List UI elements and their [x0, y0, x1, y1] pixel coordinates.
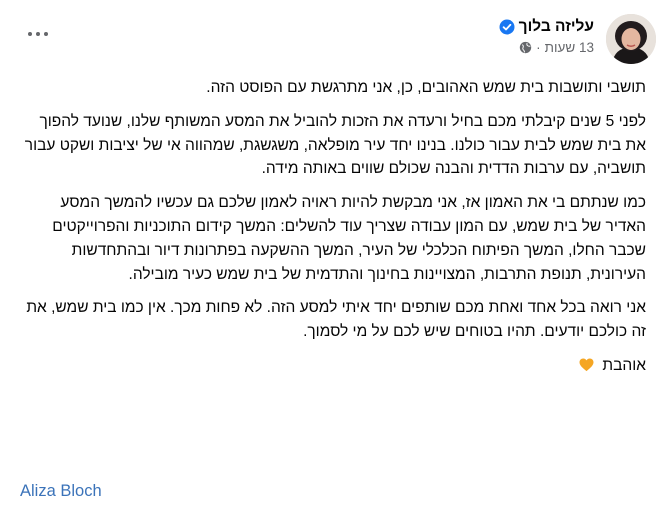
- post-paragraph: כמו שנתתם בי את האמון אז, אני מבקשת להיו…: [52, 194, 646, 283]
- post-header: עליזה בלוך 13 שעות ·: [0, 12, 670, 68]
- author-name-row: עליזה בלוך: [499, 18, 594, 36]
- closing-line: אוהבת: [20, 354, 646, 378]
- orange-heart-icon: [579, 356, 594, 372]
- closing-text: אוהבת: [602, 356, 646, 374]
- more-options-icon[interactable]: [24, 24, 52, 44]
- signature: Aliza Bloch: [20, 482, 102, 500]
- verified-icon: [499, 19, 515, 35]
- post-paragraph: אני רואה בכל אחד ואחת מכם שותפים יחד אית…: [26, 299, 646, 341]
- post-paragraph: תושבי ותושבות בית שמש האהובים, כן, אני מ…: [206, 79, 646, 96]
- globe-icon[interactable]: [519, 41, 532, 54]
- post-paragraph: לפני 5 שנים קיבלתי מכם בחיל ורעדה את הזכ…: [24, 112, 646, 178]
- author-block: עליזה בלוך 13 שעות ·: [499, 18, 594, 55]
- post-body: תושבי ותושבות בית שמש האהובים, כן, אני מ…: [20, 76, 646, 388]
- facebook-post: עליזה בלוך 13 שעות · תושבי ותושבות בית ש…: [0, 0, 670, 514]
- avatar-image: [606, 14, 656, 64]
- meta-separator: ·: [536, 40, 541, 55]
- avatar[interactable]: [606, 14, 656, 64]
- post-meta: 13 שעות ·: [499, 40, 594, 55]
- author-name[interactable]: עליזה בלוך: [519, 18, 594, 36]
- post-time[interactable]: 13 שעות: [545, 40, 594, 55]
